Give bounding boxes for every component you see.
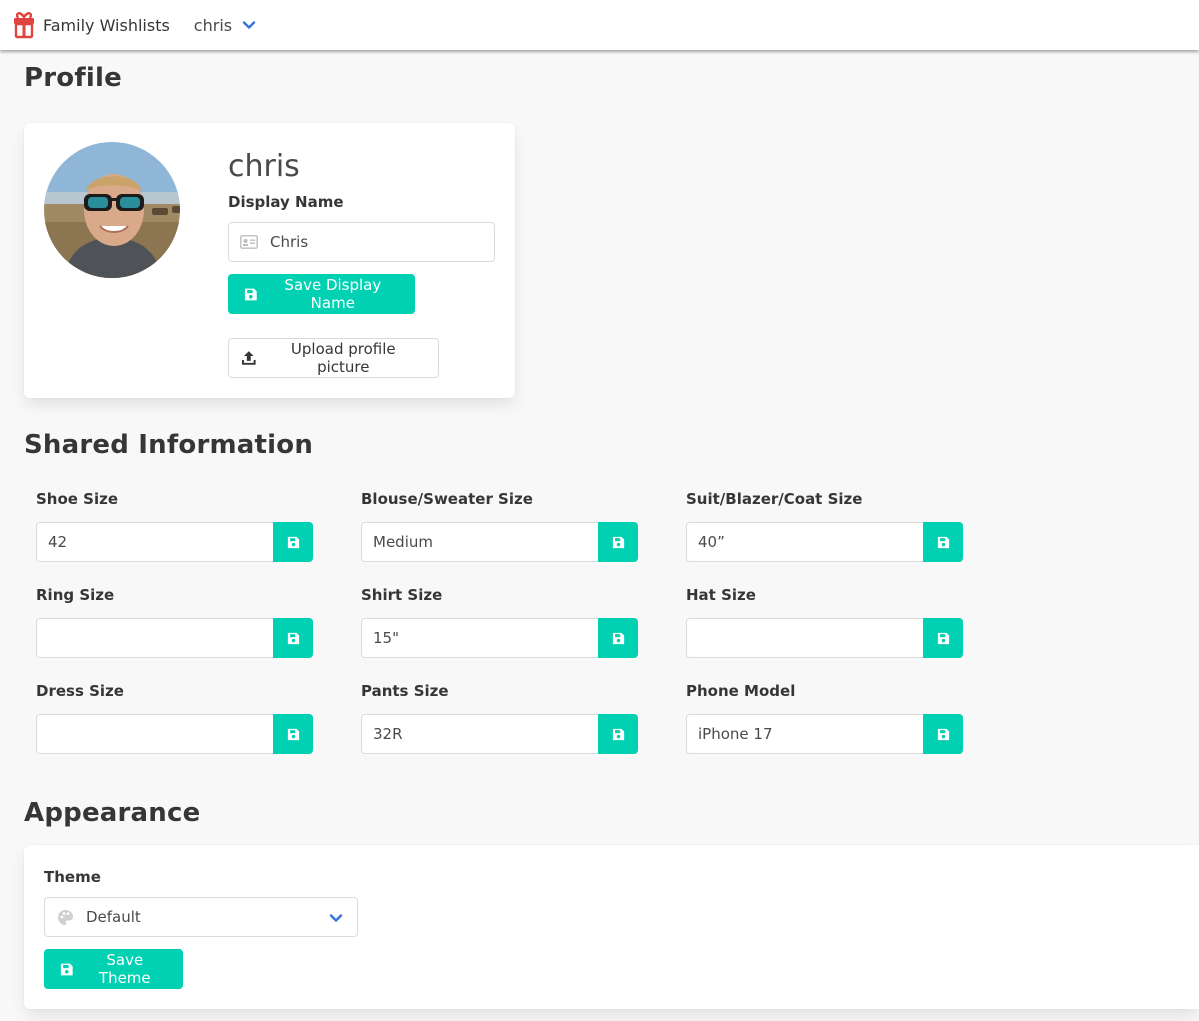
shared-field: Blouse/Sweater Size [361,490,638,562]
shared-field-input-wrap[interactable] [361,522,599,562]
id-card-icon [240,235,258,249]
shared-field-label: Blouse/Sweater Size [361,490,533,508]
shared-field-save-button[interactable] [598,522,638,562]
shared-field-save-button[interactable] [923,618,963,658]
shared-field-save-button[interactable] [273,714,313,754]
shared-field-input[interactable] [48,725,263,743]
floppy-disk-icon [244,288,257,300]
upload-icon [241,351,256,365]
shared-field-input-wrap[interactable] [686,618,924,658]
shared-field-save-button[interactable] [273,618,313,658]
shared-field: Suit/Blazer/Coat Size [686,490,963,562]
floppy-disk-icon [60,963,73,975]
shared-field-save-button[interactable] [273,522,313,562]
avatar [44,142,180,278]
appearance-card: Theme Default Save Theme [24,845,1199,1009]
save-display-name-label: Save Display Name [284,276,382,312]
shared-field-label: Pants Size [361,682,449,700]
display-name-input[interactable] [270,223,494,261]
shared-field-save-button[interactable] [923,522,963,562]
shared-field-label: Dress Size [36,682,124,700]
upload-picture-button[interactable]: Upload profile picture [228,338,439,378]
shared-field-input[interactable] [48,533,263,551]
user-menu-text: chris [193,15,233,35]
shared-field-save-button[interactable] [598,618,638,658]
shared-field-input[interactable] [698,629,913,647]
brand-text: Family Wishlists [43,15,170,35]
shared-field-input[interactable] [373,725,588,743]
shared-field-input[interactable] [373,629,588,647]
floppy-disk-icon [612,632,624,644]
shared-field-input[interactable] [698,533,913,551]
shared-field-input-wrap[interactable] [36,522,274,562]
floppy-disk-icon [287,728,299,740]
display-name-field[interactable] [228,222,495,262]
shared-field: Hat Size [686,586,963,658]
appearance-title: Appearance [24,798,201,828]
save-display-name-button[interactable]: Save Display Name [228,274,415,314]
theme-select[interactable]: Default [44,897,358,937]
user-menu[interactable]: chris [194,0,256,50]
profile-card: chris Display Name Save Display Name Upl… [24,123,515,398]
theme-label: Theme [44,868,101,886]
shared-field: Phone Model [686,682,963,754]
shared-field-input-wrap[interactable] [686,522,924,562]
chevron-down-icon [329,914,343,922]
save-theme-label: Save Theme [98,951,151,987]
floppy-disk-icon [612,536,624,548]
shared-field-save-button[interactable] [598,714,638,754]
floppy-disk-icon [937,536,949,548]
shared-field-label: Phone Model [686,682,796,700]
palette-icon [58,909,73,925]
shared-info-title: Shared Information [24,430,314,460]
navbar: Family Wishlists chris [0,0,1199,50]
profile-username: chris [228,149,300,184]
shared-field-label: Suit/Blazer/Coat Size [686,490,863,508]
floppy-disk-icon [287,632,299,644]
shared-field: Shoe Size [36,490,313,562]
shared-field-label: Shoe Size [36,490,119,508]
profile-title: Profile [24,63,122,93]
shared-field-input[interactable] [48,629,263,647]
floppy-disk-icon [937,728,949,740]
shared-field-input-wrap[interactable] [361,714,599,754]
shared-field: Pants Size [361,682,638,754]
shared-field-label: Hat Size [686,586,756,604]
shared-field: Ring Size [36,586,313,658]
floppy-disk-icon [937,632,949,644]
display-name-label: Display Name [228,193,344,211]
shared-field-input-wrap[interactable] [36,618,274,658]
shared-field: Shirt Size [361,586,638,658]
shared-field-label: Ring Size [36,586,115,604]
shared-field: Dress Size [36,682,313,754]
theme-select-value: Default [86,908,141,926]
shared-field-input-wrap[interactable] [361,618,599,658]
shared-field-save-button[interactable] [923,714,963,754]
shared-field-input[interactable] [373,533,588,551]
brand-link[interactable]: Family Wishlists [0,0,170,50]
save-theme-button[interactable]: Save Theme [44,949,183,989]
upload-picture-label: Upload profile picture [290,340,396,376]
chevron-down-icon [242,21,256,29]
floppy-disk-icon [612,728,624,740]
shared-field-label: Shirt Size [361,586,443,604]
avatar-photo [44,142,180,278]
shared-field-input[interactable] [698,725,913,743]
shared-field-input-wrap[interactable] [686,714,924,754]
shared-field-input-wrap[interactable] [36,714,274,754]
floppy-disk-icon [287,536,299,548]
gift-icon [14,12,34,39]
